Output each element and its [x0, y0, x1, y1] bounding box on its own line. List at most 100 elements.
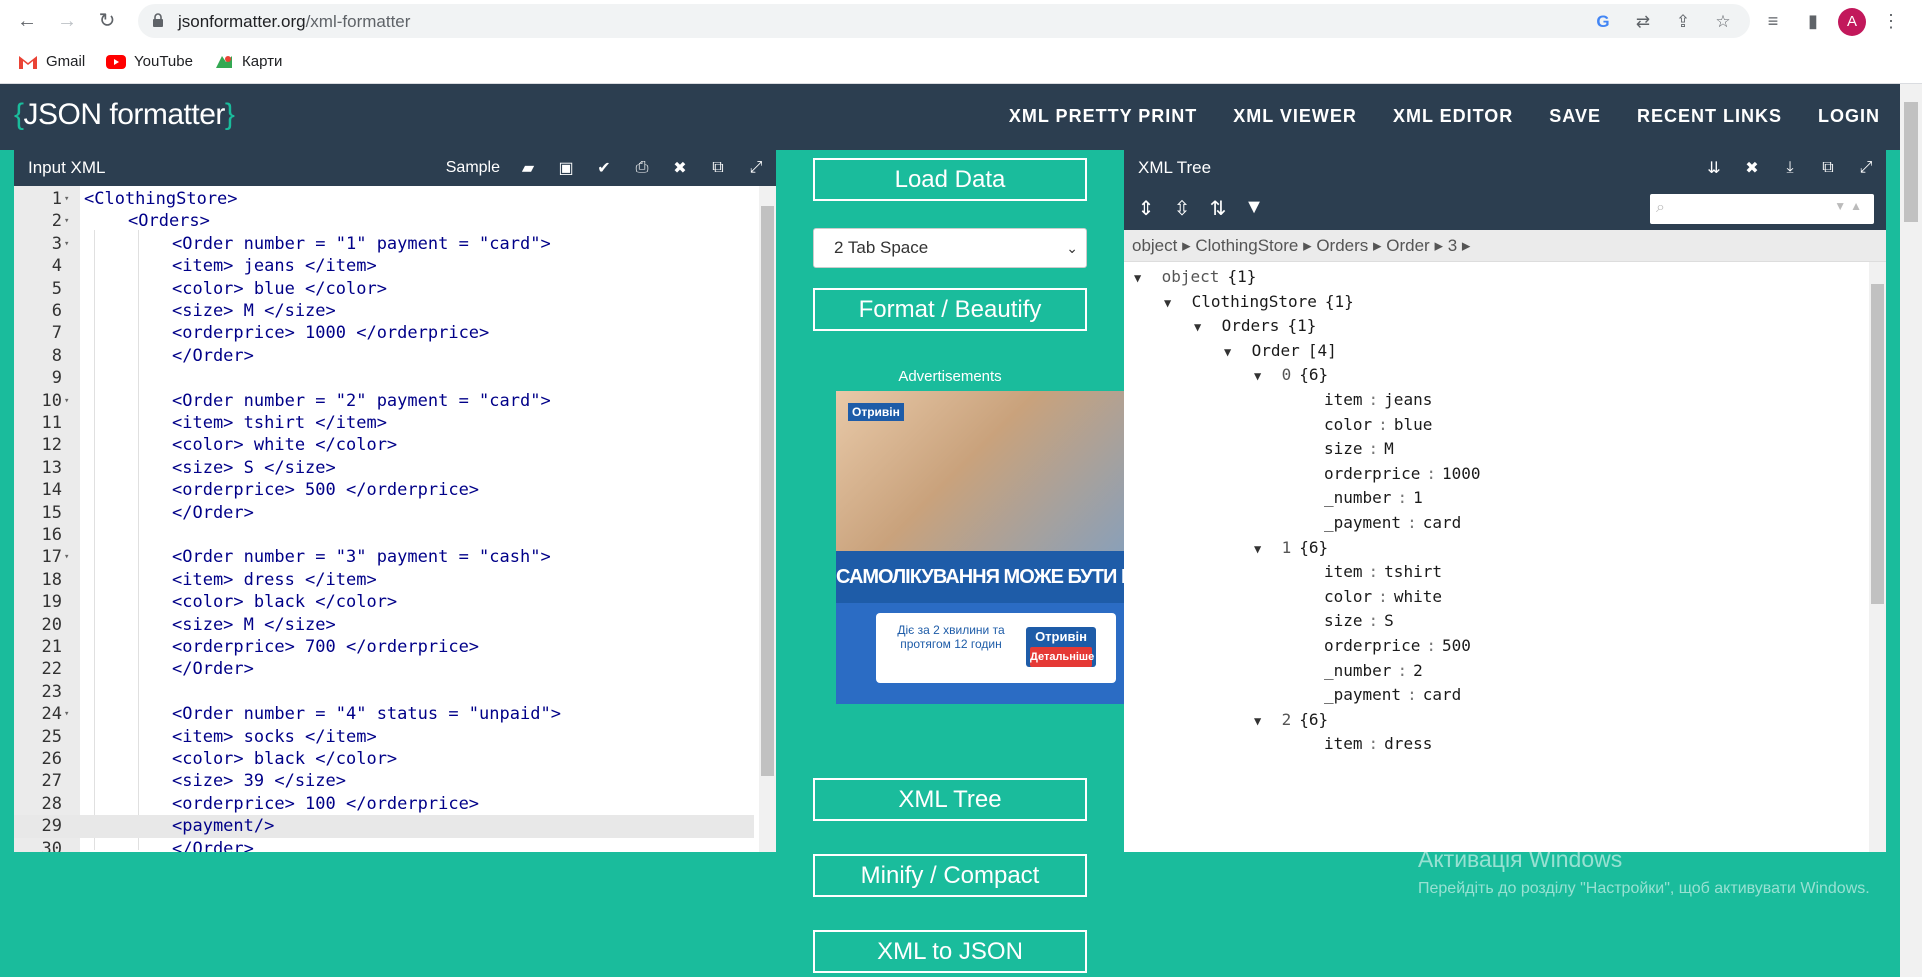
- page-scrollbar[interactable]: [1900, 84, 1922, 977]
- code-line[interactable]: 10 ▾ <Order number = "2" payment = "card">: [14, 390, 754, 412]
- tree-value[interactable]: card: [1423, 513, 1462, 532]
- sort-icon[interactable]: ⇅: [1206, 196, 1230, 221]
- side-panel-icon[interactable]: ▮: [1802, 10, 1824, 32]
- download-tree-icon[interactable]: ⇊: [1704, 158, 1724, 178]
- fullscreen-icon[interactable]: ⤢: [746, 159, 766, 177]
- print-icon[interactable]: ⎙: [632, 159, 652, 177]
- reading-list-icon[interactable]: ≡: [1762, 10, 1784, 32]
- expand-triangle-icon[interactable]: ▼: [1224, 337, 1242, 367]
- tree-node[interactable]: ▼ 2 {6}: [1254, 705, 1328, 735]
- code-line[interactable]: 17 ▾ <Order number = "3" payment = "cash">: [14, 546, 754, 568]
- fold-arrow-icon[interactable]: ▾: [64, 703, 69, 725]
- code-line[interactable]: 9: [14, 367, 754, 389]
- tree-key[interactable]: color: [1324, 415, 1372, 434]
- tree-value[interactable]: 1: [1413, 488, 1423, 507]
- site-logo[interactable]: {JSON formatter}: [14, 98, 235, 132]
- tree-value[interactable]: 500: [1442, 636, 1471, 655]
- tree-key[interactable]: object: [1162, 267, 1220, 286]
- code-line[interactable]: 5 <color> blue </color>: [14, 278, 754, 300]
- expand-triangle-icon[interactable]: ▼: [1134, 263, 1152, 293]
- tree-key[interactable]: 0: [1282, 365, 1292, 384]
- code-line[interactable]: 4 <item> jeans </item>: [14, 255, 754, 277]
- tree-key[interactable]: orderprice: [1324, 636, 1420, 655]
- load-data-button[interactable]: Load Data: [813, 158, 1087, 201]
- tree-key[interactable]: _payment: [1324, 685, 1401, 704]
- fold-arrow-icon[interactable]: ▾: [64, 546, 69, 568]
- tree-key[interactable]: size: [1324, 611, 1363, 630]
- code-line[interactable]: 3 ▾ <Order number = "1" payment = "card">: [14, 233, 754, 255]
- code-line[interactable]: 18 <item> dress </item>: [14, 569, 754, 591]
- nav-save[interactable]: SAVE: [1549, 106, 1601, 127]
- share-icon[interactable]: ⇪: [1672, 11, 1694, 33]
- tree-key[interactable]: _number: [1324, 661, 1391, 680]
- tree-node[interactable]: ▼ 1 {6}: [1254, 533, 1328, 563]
- code-line[interactable]: 14 <orderprice> 500 </orderprice>: [14, 479, 754, 501]
- tree-key[interactable]: ClothingStore: [1192, 292, 1317, 311]
- copy-icon[interactable]: ⧉: [1818, 159, 1838, 177]
- fullscreen-icon[interactable]: ⤢: [1856, 159, 1876, 177]
- format-beautify-button[interactable]: Format / Beautify: [813, 288, 1087, 331]
- tree-value[interactable]: blue: [1394, 415, 1433, 434]
- tree-key[interactable]: 2: [1282, 710, 1292, 729]
- google-icon[interactable]: G: [1592, 11, 1614, 33]
- code-line[interactable]: 24 ▾ <Order number = "4" status = "unpaid"…: [14, 703, 754, 725]
- translate-icon[interactable]: ⇄: [1632, 11, 1654, 33]
- tree-value[interactable]: white: [1394, 587, 1442, 606]
- address-bar[interactable]: jsonformatter.org/xml-formatter G ⇄ ⇪ ☆: [138, 4, 1750, 38]
- tree-view[interactable]: item: dress ▼ 2 {6} _payment: card _number:2 or…: [1124, 262, 1886, 852]
- bookmark-star-icon[interactable]: ☆: [1712, 11, 1734, 33]
- back-icon[interactable]: ←: [14, 8, 40, 34]
- code-line[interactable]: 15 </Order>: [14, 502, 754, 524]
- tree-scrollbar[interactable]: [1869, 262, 1886, 852]
- tree-value[interactable]: dress: [1384, 734, 1432, 753]
- code-line[interactable]: 29 <payment/>: [14, 815, 754, 838]
- validate-check-icon[interactable]: ✔: [594, 158, 614, 178]
- code-line[interactable]: 27 <size> 39 </size>: [14, 770, 754, 792]
- tree-key[interactable]: size: [1324, 439, 1363, 458]
- tree-node[interactable]: ▼ object {1}: [1134, 262, 1256, 292]
- xml-tree-button[interactable]: XML Tree: [813, 778, 1087, 821]
- code-line[interactable]: 16: [14, 524, 754, 546]
- nav-recent-links[interactable]: RECENT LINKS: [1637, 106, 1782, 127]
- tree-key[interactable]: item: [1324, 390, 1363, 409]
- tree-value[interactable]: tshirt: [1384, 562, 1442, 581]
- tree-key[interactable]: _payment: [1324, 513, 1401, 532]
- tree-value[interactable]: S: [1384, 611, 1394, 630]
- tree-search-input[interactable]: ⌕ ▼▲: [1650, 194, 1874, 224]
- code-line[interactable]: 25 <item> socks </item>: [14, 726, 754, 748]
- code-line[interactable]: 19 <color> black </color>: [14, 591, 754, 613]
- tree-value[interactable]: 1000: [1442, 464, 1481, 483]
- code-line[interactable]: 11 <item> tshirt </item>: [14, 412, 754, 434]
- bookmark-gmail[interactable]: Gmail: [18, 53, 85, 70]
- editor-scrollbar[interactable]: [759, 186, 776, 852]
- reload-icon[interactable]: ↻: [94, 8, 120, 34]
- tree-value[interactable]: jeans: [1384, 390, 1432, 409]
- code-line[interactable]: 2 ▾ <Orders>: [14, 210, 754, 232]
- forward-icon[interactable]: →: [54, 8, 80, 34]
- code-line[interactable]: 8 </Order>: [14, 345, 754, 367]
- page-scroll-thumb[interactable]: [1904, 102, 1918, 222]
- tree-key[interactable]: Order: [1252, 341, 1300, 360]
- nav-login[interactable]: LOGIN: [1818, 106, 1880, 127]
- tab-space-select[interactable]: 2 Tab Space ⌄: [813, 228, 1087, 268]
- bookmark-maps[interactable]: Карти: [214, 53, 282, 70]
- code-line[interactable]: 22 </Order>: [14, 658, 754, 680]
- expand-triangle-icon[interactable]: ▼: [1164, 288, 1182, 318]
- tree-value[interactable]: M: [1384, 439, 1394, 458]
- filter-icon[interactable]: ▼: [1242, 196, 1266, 219]
- tree-value[interactable]: card: [1423, 685, 1462, 704]
- save-icon[interactable]: ▣: [556, 158, 576, 178]
- nav-xml-viewer[interactable]: XML VIEWER: [1233, 106, 1357, 127]
- advertisement[interactable]: Отривін САМОЛІКУВАННЯ МОЖЕ БУТИ ШКІДЛИВИ…: [836, 391, 1124, 704]
- download-icon[interactable]: ⤓: [1780, 159, 1800, 177]
- avatar[interactable]: A: [1838, 8, 1866, 36]
- fold-arrow-icon[interactable]: ▾: [64, 233, 69, 255]
- tree-scroll-thumb[interactable]: [1871, 284, 1884, 604]
- code-line[interactable]: 1 ▾ <ClothingStore>: [14, 188, 754, 210]
- tree-key[interactable]: 1: [1282, 538, 1292, 557]
- tree-leaf[interactable]: item: tshirt: [1324, 557, 1442, 587]
- code-line[interactable]: 13 <size> S </size>: [14, 457, 754, 479]
- tree-key[interactable]: color: [1324, 587, 1372, 606]
- clear-icon[interactable]: ✖: [1742, 158, 1762, 178]
- tree-key[interactable]: orderprice: [1324, 464, 1420, 483]
